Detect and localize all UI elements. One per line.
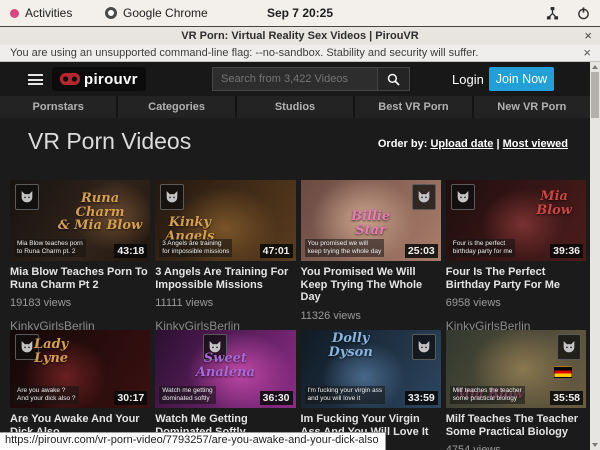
thumb-caption: Four is the perfect birthday party for m… [450,239,516,257]
german-flag-icon [554,366,572,378]
nav-item-categories[interactable]: Categories [118,96,234,118]
network-icon[interactable] [546,7,559,20]
thumb-overlay-title: Runa Charm & Mia Blow [58,192,142,233]
video-thumbnail[interactable]: Runa Charm & Mia Blow Mia Blow teaches p… [10,180,150,261]
duration-badge: 33:59 [405,391,438,405]
video-title[interactable]: Mia Blow Teaches Porn To Runa Charm Pt 2 [10,266,150,291]
site-logo[interactable]: pirouvr [52,67,146,91]
video-thumbnail[interactable]: Dolly Dyson I'm fucking your virgin ass … [301,330,441,408]
order-separator: | [496,138,499,150]
power-icon[interactable] [577,7,590,20]
studio-cat-logo-icon [412,334,436,360]
vr-goggles-icon [60,73,80,85]
video-card[interactable]: Mia Blow Four is the perfect birthday pa… [446,180,586,346]
nav-item-studios[interactable]: Studios [237,96,353,118]
thumb-overlay-title: Lady Lyne [34,338,68,365]
video-card[interactable]: Kinky Angels 3 Angels are training for i… [155,180,295,346]
tab-close-icon[interactable]: × [584,27,592,44]
video-views: 19183 views [10,297,150,309]
infobar-message: You are using an unsupported command-lin… [10,47,478,59]
page-scrollbar[interactable] [590,62,600,450]
video-thumbnail[interactable]: Mia Blow Milf teaches the teacher some p… [446,330,586,408]
thumb-caption: 3 Angels are training for impossible mis… [159,239,232,257]
infobar-close-icon[interactable]: × [583,45,591,61]
video-views: 6958 views [446,297,586,309]
nav-item-new-vr-porn[interactable]: New VR Porn [474,96,590,118]
video-thumbnail[interactable]: Kinky Angels 3 Angels are training for i… [155,180,295,261]
duration-badge: 30:17 [114,391,147,405]
link-status-tooltip: https://pirouvr.com/vr-porn-video/779325… [0,432,386,450]
thumb-caption: You promised we will keep trying the who… [305,239,385,257]
thumb-overlay-title: Dolly Dyson [329,332,373,359]
video-grid-row-1: Runa Charm & Mia Blow Mia Blow teaches p… [10,180,586,346]
scrollbar-down-arrow-icon[interactable] [592,443,598,447]
nav-item-best-vr-porn[interactable]: Best VR Porn [355,96,471,118]
thumb-caption: Are you awake ? And your dick also ? [14,386,79,404]
screen: Activities Google Chrome Sep 7 20:25 VR … [0,0,600,450]
video-thumbnail[interactable]: Billie Star You promised we will keep tr… [301,180,441,261]
studio-cat-logo-icon [557,334,581,360]
video-thumbnail[interactable]: Mia Blow Four is the perfect birthday pa… [446,180,586,261]
studio-cat-logo-icon [160,184,184,210]
search-button[interactable] [378,67,410,91]
video-title[interactable]: Four Is The Perfect Birthday Party For M… [446,266,586,291]
order-upload-date-link[interactable]: Upload date [430,138,493,150]
clock-menu[interactable]: Sep 7 20:25 [0,0,600,26]
duration-badge: 47:01 [260,244,293,258]
video-thumbnail[interactable]: Sweet Analena Watch me getting dominated… [155,330,295,408]
scrollbar-thumb[interactable] [591,72,599,118]
browser-tab-bar: VR Porn: Virtual Reality Sex Videos | Pi… [0,26,600,45]
thumb-caption: Milf teaches the teacher some practical … [450,386,525,404]
thumb-caption: Mia Blow teaches porn to Runa Charm pt. … [14,239,86,257]
thumb-overlay-title: Sweet Analena [155,352,295,379]
site-header: pirouvr Login Join Now [0,62,590,96]
chrome-infobar: You are using an unsupported command-lin… [0,45,600,62]
video-title[interactable]: Milf Teaches The Teacher Some Practical … [446,413,586,438]
video-views: 11326 views [301,310,441,322]
duration-badge: 25:03 [405,244,438,258]
studio-cat-logo-icon [412,184,436,210]
login-link[interactable]: Login [452,72,484,87]
video-title[interactable]: 3 Angels Are Training For Impossible Mis… [155,266,295,291]
scrollbar-up-arrow-icon[interactable] [592,65,598,69]
video-card[interactable]: Mia Blow Milf teaches the teacher some p… [446,330,586,450]
duration-badge: 35:58 [550,391,583,405]
video-views: 11111 views [155,297,295,309]
search-icon [387,73,400,86]
order-most-viewed-link[interactable]: Most viewed [503,138,568,150]
system-top-bar: Activities Google Chrome Sep 7 20:25 [0,0,600,26]
studio-cat-logo-icon [15,184,39,210]
video-card[interactable]: Runa Charm & Mia Blow Mia Blow teaches p… [10,180,150,346]
studio-cat-logo-icon [451,184,475,210]
duration-badge: 39:36 [550,244,583,258]
video-card[interactable]: Billie Star You promised we will keep tr… [301,180,441,346]
duration-badge: 43:18 [114,244,147,258]
hamburger-menu-icon[interactable] [28,74,43,88]
tab-title: VR Porn: Virtual Reality Sex Videos | Pi… [181,30,418,42]
order-by-controls: Order by: Upload date | Most viewed [378,138,568,150]
search-input[interactable] [212,67,378,91]
webpage: pirouvr Login Join Now Pornstars Categor… [0,62,590,450]
thumb-caption: Watch me getting dominated softly [159,386,215,404]
page-title: VR Porn Videos [28,128,191,155]
video-views: 4754 views [446,444,586,450]
video-thumbnail[interactable]: Lady Lyne Are you awake ? And your dick … [10,330,150,408]
order-by-label: Order by: [378,138,428,150]
nav-item-pornstars[interactable]: Pornstars [0,96,116,118]
thumb-overlay-title: Mia Blow [536,190,572,217]
logo-text: pirouvr [84,71,138,88]
video-title[interactable]: You Promised We Will Keep Trying The Who… [301,266,441,304]
join-now-button[interactable]: Join Now [489,67,554,91]
duration-badge: 36:30 [260,391,293,405]
thumb-caption: I'm fucking your virgin ass and you will… [305,386,386,404]
thumb-overlay-title: Billie Star [301,210,441,237]
main-nav: Pornstars Categories Studios Best VR Por… [0,96,590,118]
